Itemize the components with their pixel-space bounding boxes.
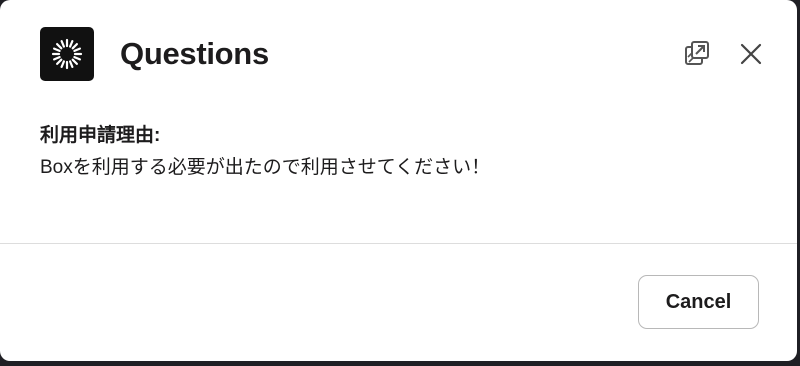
close-icon[interactable] xyxy=(735,38,767,70)
field-value: Boxを利用する必要が出たので利用させてください！ xyxy=(40,157,491,178)
questions-dialog: Questions 利用申請理由: Boxを利用する必要が出たので利用させてくだ… xyxy=(0,0,797,361)
footer-divider xyxy=(0,243,797,244)
sunburst-logo-graphic xyxy=(51,38,83,70)
header-actions xyxy=(681,38,767,70)
dialog-header: Questions xyxy=(40,27,767,81)
field-label: 利用申請理由: xyxy=(40,125,161,146)
dialog-body: 利用申請理由: Boxを利用する必要が出たので利用させてください！ xyxy=(40,122,757,183)
dialog-title: Questions xyxy=(120,36,269,71)
sunburst-logo-icon xyxy=(40,27,94,81)
cancel-button[interactable]: Cancel xyxy=(638,275,759,329)
open-in-new-window-icon[interactable] xyxy=(681,38,713,70)
